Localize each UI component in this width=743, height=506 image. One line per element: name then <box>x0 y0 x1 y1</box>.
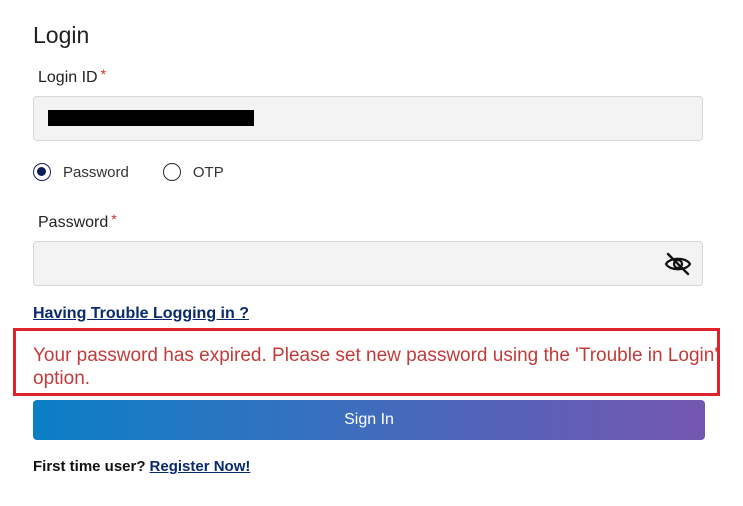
page-title: Login <box>33 22 90 48</box>
password-radio-label[interactable]: Password <box>63 164 129 181</box>
otp-radio[interactable]: OTP <box>162 163 224 181</box>
sign-in-button[interactable]: Sign In <box>33 400 705 440</box>
login-id-label-text: Login ID <box>38 69 98 86</box>
trouble-logging-in-link[interactable]: Having Trouble Logging in ? <box>33 305 249 323</box>
login-id-value-redacted: sandeshmohan@gmail.com <box>48 110 254 126</box>
radio-unchecked-icon[interactable] <box>162 163 181 181</box>
required-asterisk: * <box>100 66 107 82</box>
password-label: Password * <box>38 211 117 232</box>
required-asterisk: * <box>111 211 117 227</box>
login-id-label: Login ID * <box>38 66 106 87</box>
first-time-user-row: First time user? Register Now! <box>33 458 250 475</box>
otp-radio-label[interactable]: OTP <box>193 164 224 181</box>
radio-checked-icon[interactable] <box>33 163 51 181</box>
eye-slash-icon[interactable] <box>664 251 692 277</box>
register-now-link[interactable]: Register Now! <box>150 458 251 475</box>
login-page: Login Login ID * sandeshmohan@gmail.com P… <box>0 0 743 506</box>
login-id-input[interactable]: sandeshmohan@gmail.com <box>33 96 703 141</box>
password-radio[interactable]: Password <box>33 163 129 181</box>
password-label-text: Password <box>38 214 109 231</box>
password-input[interactable] <box>33 241 703 286</box>
auth-method-radio-group: Password OTP <box>33 161 258 183</box>
error-message: Your password has expired. Please set ne… <box>33 345 718 389</box>
error-message-highlight: Your password has expired. Please set ne… <box>13 328 720 396</box>
first-time-user-text: First time user? <box>33 458 146 475</box>
